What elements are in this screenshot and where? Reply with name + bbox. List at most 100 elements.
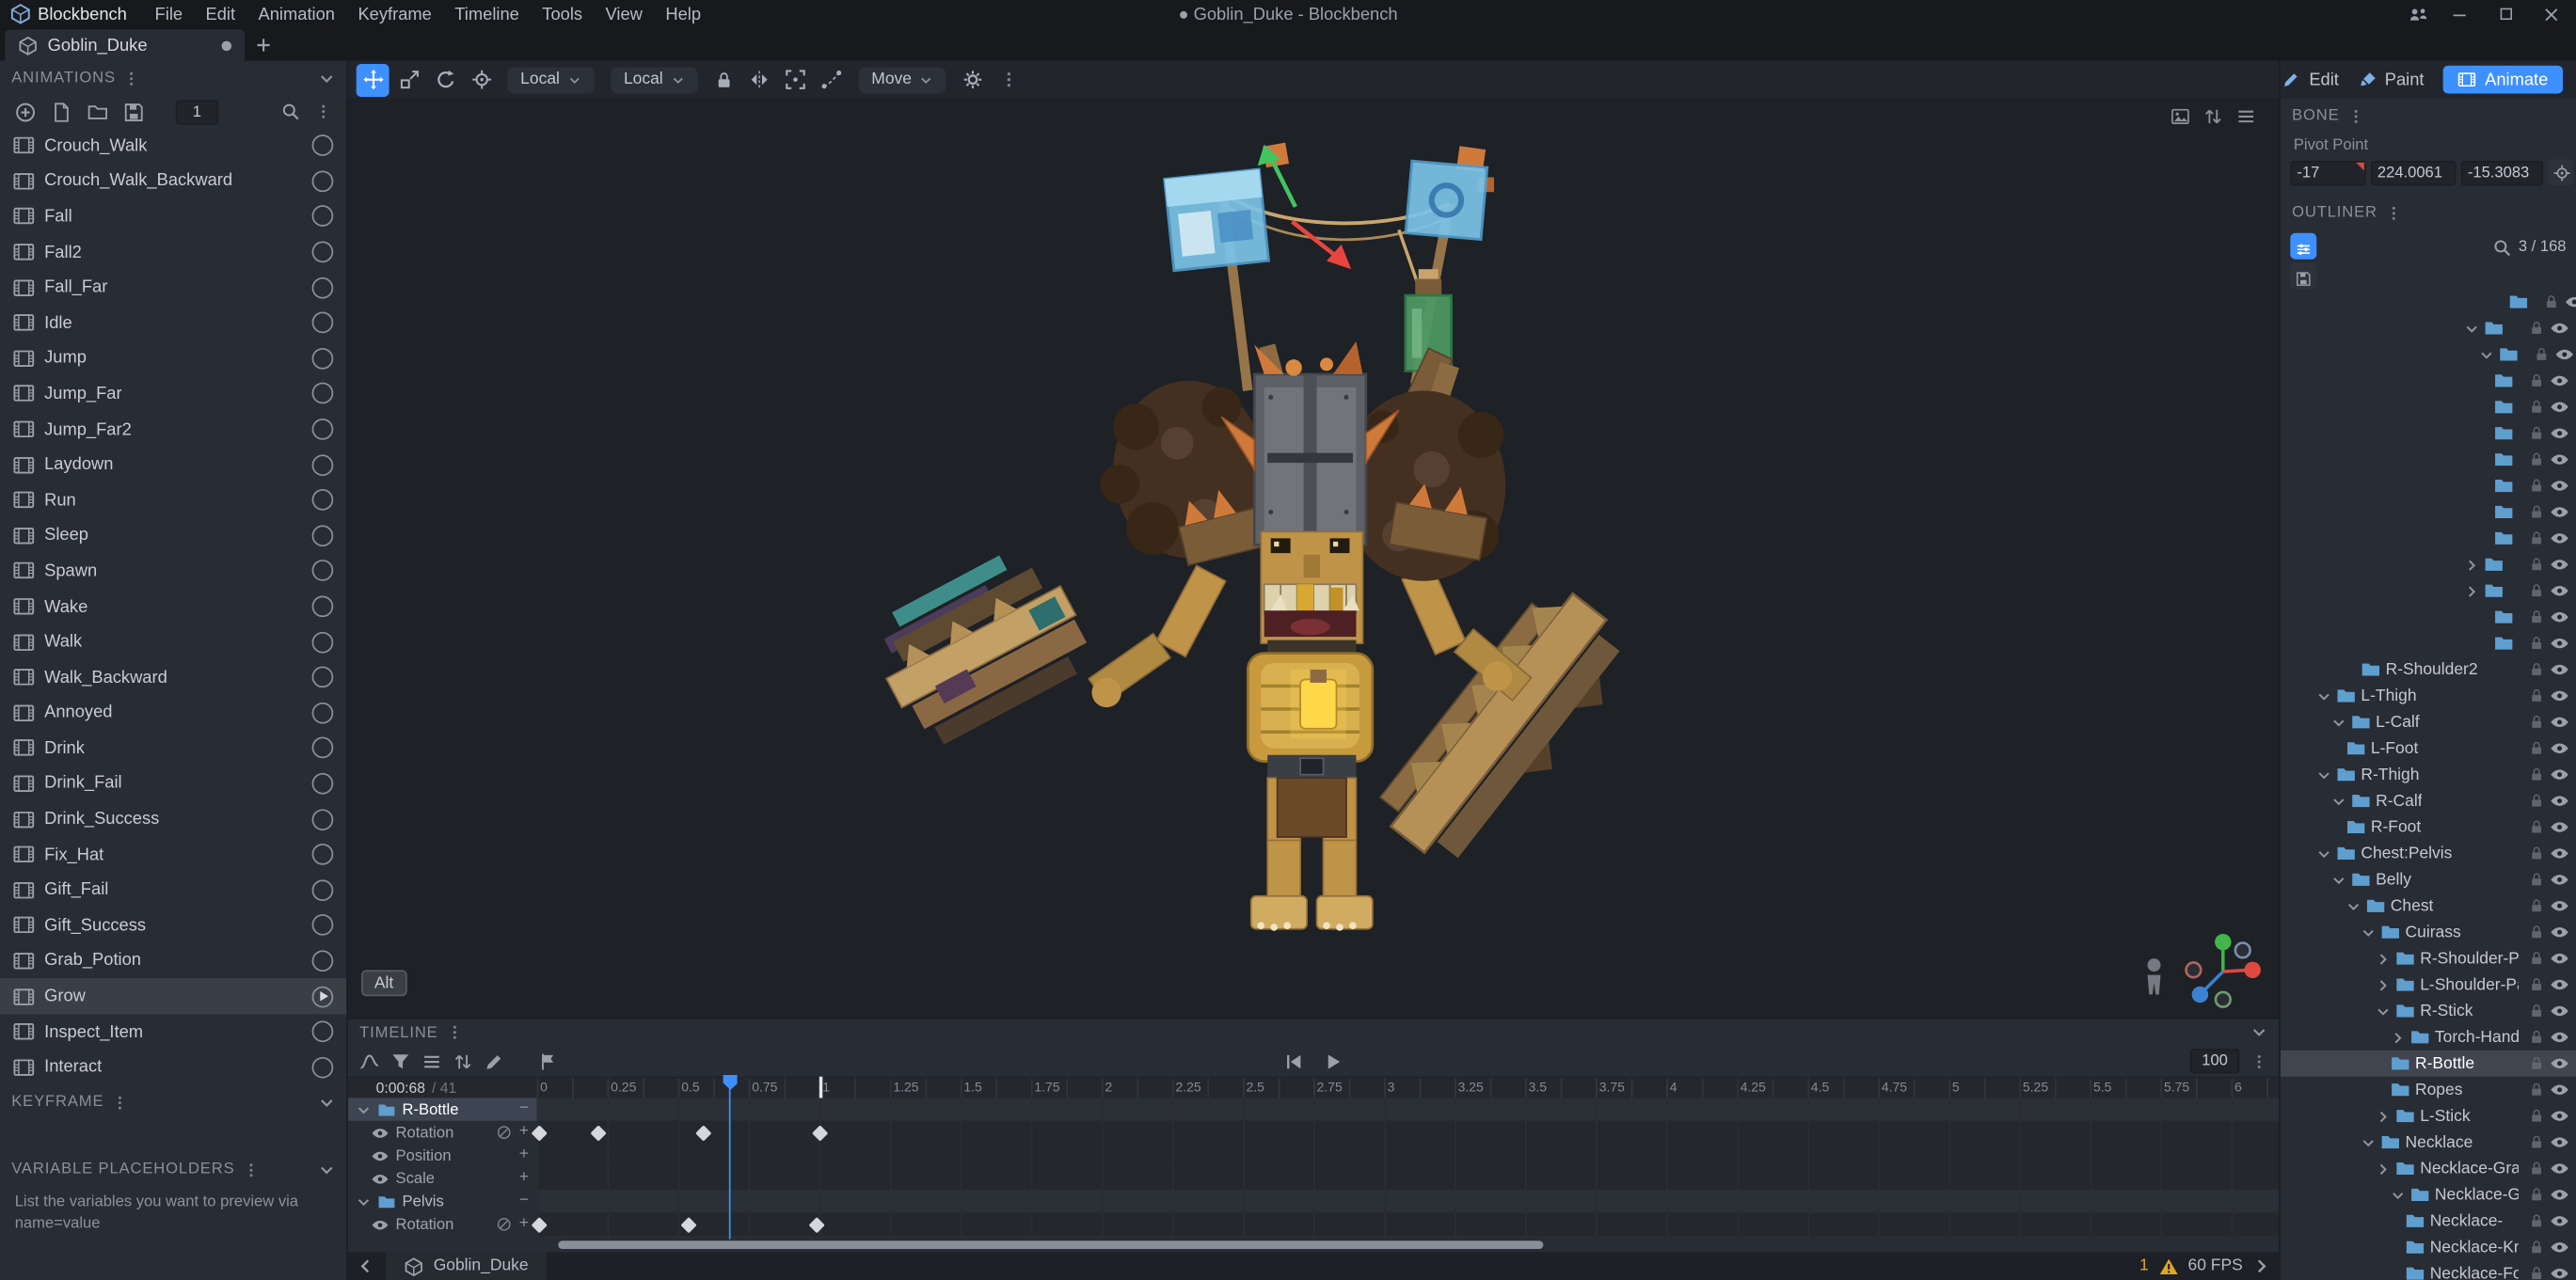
kebab-menu-icon[interactable] [2347, 107, 2363, 123]
gizmo-arrow-x[interactable] [1292, 222, 1351, 270]
visibility-icon[interactable] [2550, 1106, 2569, 1126]
track-keyframe-area[interactable] [537, 1144, 2280, 1166]
load-animation-file-button[interactable] [87, 101, 108, 122]
visibility-icon[interactable] [371, 1146, 389, 1164]
visibility-icon[interactable] [2550, 608, 2569, 627]
play-animation-button[interactable] [312, 561, 334, 582]
remove-track-button[interactable]: − [519, 1101, 529, 1117]
status-project-tab[interactable]: Goblin_Duke [386, 1252, 547, 1280]
track-channel-position[interactable]: Position+ [348, 1144, 537, 1166]
lock-icon[interactable] [2528, 1240, 2544, 1256]
chevron-down-icon[interactable] [2316, 767, 2331, 782]
lock-icon[interactable] [2528, 819, 2544, 835]
outliner-row[interactable]: R-Thigh [2281, 762, 2576, 788]
keyframe-diamond[interactable] [695, 1124, 711, 1140]
chevron-right-icon[interactable] [2252, 1257, 2270, 1275]
animation-item[interactable]: Grab_Potion [0, 943, 346, 979]
kebab-menu-icon[interactable] [243, 1161, 259, 1177]
lock-icon[interactable] [2528, 1161, 2544, 1177]
transform-space-select[interactable]: Local [507, 67, 594, 93]
chevron-down-icon[interactable] [2316, 688, 2331, 703]
visibility-icon[interactable] [2565, 292, 2576, 312]
animation-item[interactable]: Gift_Success [0, 908, 346, 943]
search-icon[interactable] [2492, 238, 2512, 258]
visibility-icon[interactable] [371, 1169, 389, 1187]
animation-item[interactable]: Run [0, 482, 346, 518]
keyframe-diamond[interactable] [811, 1124, 827, 1140]
play-animation-button[interactable] [312, 383, 334, 404]
visibility-icon[interactable] [2550, 738, 2569, 758]
motion-trail-button[interactable] [816, 63, 849, 96]
visibility-icon[interactable] [2550, 1159, 2569, 1178]
animation-item[interactable]: Crouch_Walk [0, 128, 346, 164]
viewport-3d[interactable]: Alt [348, 99, 2279, 1018]
visibility-icon[interactable] [2550, 1185, 2569, 1205]
add-keyframe-button[interactable]: + [519, 1147, 529, 1163]
outliner-row[interactable]: R-Bottle [2281, 1051, 2576, 1077]
lock-icon[interactable] [2528, 898, 2544, 914]
visibility-icon[interactable] [2550, 555, 2569, 575]
play-animation-button[interactable] [312, 454, 334, 476]
lock-icon[interactable] [2528, 793, 2544, 809]
chevron-down-icon[interactable] [2331, 794, 2346, 809]
lock-icon[interactable] [2528, 320, 2544, 336]
remove-track-button[interactable]: − [519, 1193, 529, 1209]
animation-item[interactable]: Jump_Far2 [0, 412, 346, 448]
visibility-icon[interactable] [2550, 1001, 2569, 1020]
visibility-icon[interactable] [2550, 870, 2569, 890]
lock-icon[interactable] [2528, 1029, 2544, 1045]
lock-icon[interactable] [2528, 1187, 2544, 1203]
outliner-row[interactable] [2281, 604, 2576, 630]
play-animation-button[interactable] [312, 667, 334, 688]
play-animation-button[interactable] [312, 844, 334, 865]
visibility-icon[interactable] [2550, 1080, 2569, 1099]
lock-icon[interactable] [2528, 740, 2544, 756]
mode-edit-button[interactable]: Edit [2282, 70, 2338, 89]
screenshot-icon[interactable] [2171, 106, 2190, 126]
add-keyframe-button[interactable]: + [519, 1170, 529, 1186]
outliner-row[interactable]: Necklace-Knife [2281, 1234, 2576, 1260]
visibility-icon[interactable] [2550, 660, 2569, 680]
menu-tools[interactable]: Tools [531, 4, 594, 24]
visibility-icon[interactable] [2550, 1264, 2569, 1280]
rotate-tool-button[interactable] [428, 63, 461, 96]
lock-icon[interactable] [2528, 504, 2544, 520]
kebab-menu-icon[interactable] [2250, 1052, 2266, 1068]
outliner-row[interactable]: Necklace-Fork [2281, 1260, 2576, 1280]
lock-icon[interactable] [2528, 1055, 2544, 1071]
sort-channels-icon[interactable] [453, 1051, 473, 1071]
visibility-icon[interactable] [2550, 975, 2569, 995]
timeline-ruler-scale[interactable]: 00.250.50.7511.251.51.7522.252.52.7533.2… [537, 1079, 2280, 1098]
play-animation-button[interactable] [312, 242, 334, 263]
animation-item[interactable]: Drink_Fail [0, 766, 346, 801]
outliner-row[interactable] [2281, 473, 2576, 499]
play-animation-button[interactable] [312, 915, 334, 937]
lock-icon[interactable] [2528, 950, 2544, 966]
outliner-row[interactable]: L-Foot [2281, 735, 2576, 762]
warning-icon[interactable] [2158, 1256, 2178, 1276]
lock-motion-trail-button[interactable] [708, 63, 740, 96]
chevron-down-icon[interactable] [2361, 1135, 2376, 1150]
lock-icon[interactable] [2528, 1265, 2544, 1280]
lock-icon[interactable] [2528, 557, 2544, 573]
lock-icon[interactable] [2528, 582, 2544, 598]
animation-item[interactable]: Laydown [0, 447, 346, 482]
visibility-icon[interactable] [2550, 686, 2569, 705]
edit-keyframes-icon[interactable] [485, 1051, 504, 1071]
menu-timeline[interactable]: Timeline [443, 4, 531, 24]
add-keyframe-button[interactable]: + [519, 1216, 529, 1232]
animation-item[interactable]: Fall_Far [0, 270, 346, 306]
animation-item[interactable]: Drink [0, 731, 346, 766]
move-tool-button[interactable] [357, 63, 390, 96]
chevron-right-icon[interactable] [2376, 1161, 2391, 1177]
track-keyframe-area[interactable] [537, 1098, 2280, 1120]
toolbar-menu-button[interactable] [992, 63, 1025, 96]
mute-channel-icon[interactable] [496, 1216, 512, 1232]
filter-channels-icon[interactable] [390, 1051, 410, 1071]
mode-animate-button[interactable]: Animate [2443, 66, 2563, 94]
kebab-menu-icon[interactable] [124, 70, 140, 86]
track-group-pelvis[interactable]: Pelvis− [348, 1190, 537, 1212]
visibility-icon[interactable] [2550, 397, 2569, 417]
close-button[interactable] [2536, 1, 2566, 27]
outliner-row[interactable]: L-Stick [2281, 1103, 2576, 1130]
